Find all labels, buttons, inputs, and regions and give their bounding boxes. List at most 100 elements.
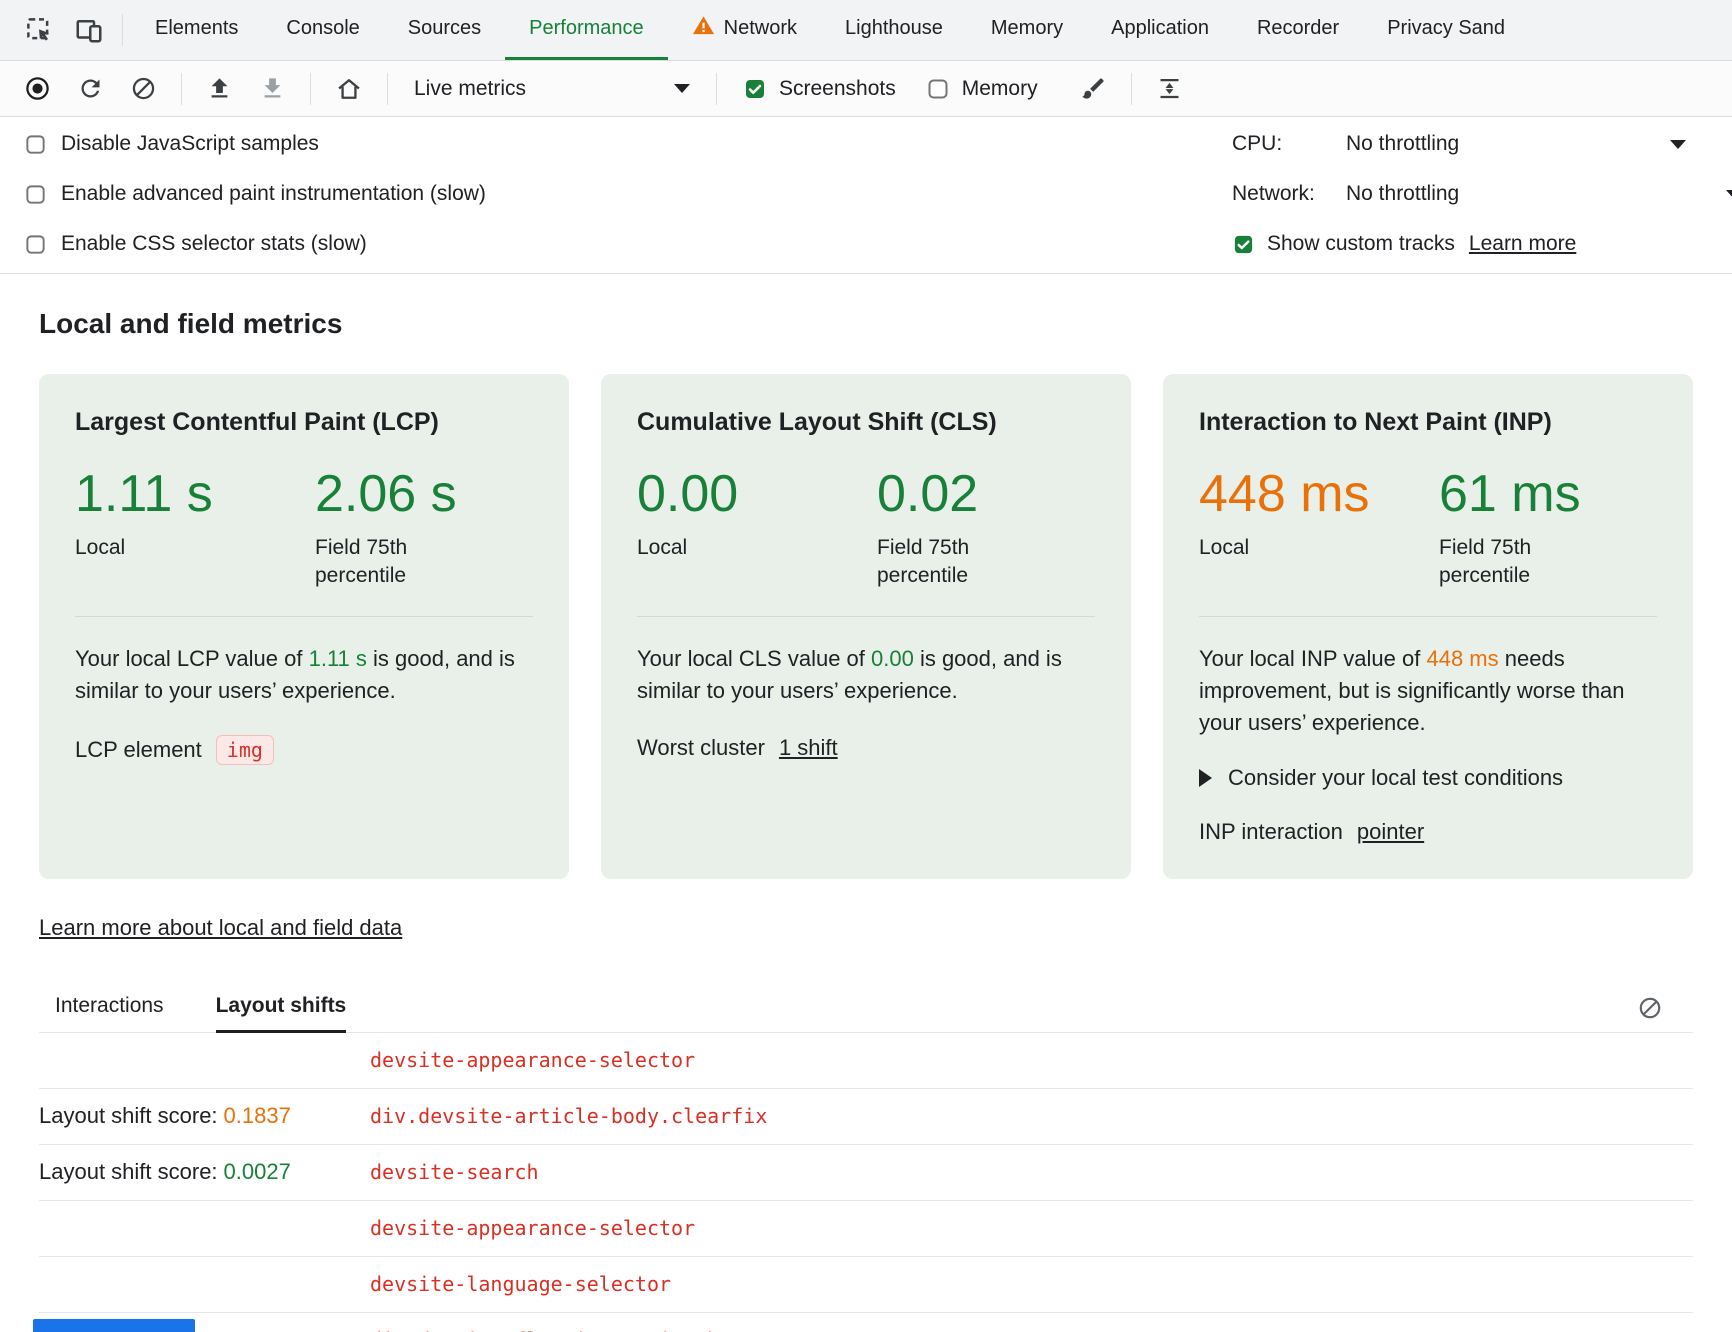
description-text: Your local CLS value of [637, 646, 871, 671]
reload-and-record-button[interactable] [67, 75, 114, 102]
live-metrics-dropdown-label: Live metrics [414, 77, 526, 101]
score-label: Layout shift score: [39, 1159, 218, 1184]
metric-cards: Largest Contentful Paint (LCP) 1.11 s Lo… [39, 374, 1693, 879]
clear-button[interactable] [120, 75, 167, 102]
tab-label: Application [1111, 17, 1209, 40]
live-metrics-dropdown[interactable]: Live metrics [402, 77, 702, 101]
download-icon [259, 75, 286, 102]
tab-recorder[interactable]: Recorder [1233, 0, 1363, 60]
show-custom-tracks-checkbox[interactable]: Show custom tracks [1232, 232, 1455, 256]
description-value: 448 ms [1426, 646, 1498, 671]
inp-interaction-row: INP interaction pointer [1199, 819, 1657, 845]
save-profile-button[interactable] [249, 75, 296, 102]
metric-card-cls: Cumulative Layout Shift (CLS) 0.00 Local… [601, 374, 1131, 879]
tab-interactions[interactable]: Interactions [55, 994, 164, 1033]
live-metrics-home-button[interactable] [325, 75, 373, 103]
tab-label: Elements [155, 17, 238, 40]
show-custom-tracks-row: Show custom tracks Learn more [1232, 219, 1732, 269]
tab-label: Console [286, 17, 359, 40]
tab-layout-shifts[interactable]: Layout shifts [216, 994, 347, 1033]
tab-sources[interactable]: Sources [384, 0, 505, 60]
inspect-element-button[interactable] [14, 0, 64, 60]
score-cell: Layout shift score:0.1837 [39, 1103, 370, 1129]
garbage-collect-button[interactable] [1070, 75, 1117, 102]
local-value-label: Local [1199, 534, 1349, 562]
metric-values: 0.00 Local 0.02 Field 75th percentile [637, 467, 1095, 617]
capture-settings-checkboxes: Disable JavaScript samples Enable advanc… [0, 119, 1232, 269]
performance-toolbar: Live metrics Screenshots Memory [0, 61, 1732, 117]
cpu-throttling-select[interactable]: CPU: No throttling [1232, 119, 1732, 169]
load-profile-button[interactable] [196, 75, 243, 102]
local-value-label: Local [637, 534, 787, 562]
score-value: 0.0027 [224, 1159, 291, 1184]
tab-privacy-sandbox[interactable]: Privacy Sand [1363, 0, 1529, 60]
tab-elements[interactable]: Elements [131, 0, 262, 60]
metric-description: Your local CLS value of 0.00 is good, an… [637, 643, 1095, 707]
css-selector-stats-checkbox[interactable]: Enable CSS selector stats (slow) [24, 219, 1232, 269]
learn-more-link[interactable]: Learn more [1469, 232, 1576, 256]
tab-performance[interactable]: Performance [505, 0, 668, 60]
tab-label: Memory [991, 17, 1063, 40]
field-value: 61 ms [1439, 467, 1589, 522]
metric-description: Your local INP value of 448 ms needs imp… [1199, 643, 1657, 739]
tab-network[interactable]: Network [668, 0, 821, 60]
learn-more-field-data-link[interactable]: Learn more about local and field data [39, 915, 402, 941]
collapse-panel-button[interactable] [1146, 75, 1193, 102]
element-node-link[interactable]: devsite-appearance-selector [370, 1216, 695, 1240]
tab-console[interactable]: Console [262, 0, 383, 60]
metric-values: 448 ms Local 61 ms Field 75th percentile [1199, 467, 1657, 617]
checkbox-unchecked-icon [24, 183, 47, 206]
cpu-value: No throttling [1346, 132, 1459, 156]
element-cell: div.devsite-article-body.clearfix [370, 1104, 767, 1128]
toolbar-divider [716, 73, 717, 105]
worst-cluster-link[interactable]: 1 shift [779, 735, 838, 761]
card-title: Cumulative Layout Shift (CLS) [637, 408, 1095, 437]
score-cell: Layout shift score:0.0027 [39, 1159, 370, 1185]
disable-js-samples-checkbox[interactable]: Disable JavaScript samples [24, 119, 1232, 169]
tab-lighthouse[interactable]: Lighthouse [821, 0, 967, 60]
lcp-element-node-link[interactable]: img [216, 735, 274, 765]
layout-shift-row: Layout shift score:0.1837 div.devsite-ar… [39, 1089, 1693, 1145]
log-tabs: Interactions Layout shifts [39, 987, 1693, 1033]
field-value-block: 0.02 Field 75th percentile [877, 467, 1027, 590]
field-value-label: Field 75th percentile [877, 534, 1027, 591]
toolbar-divider [181, 73, 182, 105]
toolbar-divider [310, 73, 311, 105]
local-value-block: 448 ms Local [1199, 467, 1439, 590]
throttling-settings: CPU: No throttling Network: No throttlin… [1232, 119, 1732, 269]
toolbar-divider [122, 14, 123, 46]
inp-interaction-link[interactable]: pointer [1357, 819, 1424, 845]
devtools-window: Elements Console Sources Performance Net… [0, 0, 1732, 1332]
worst-cluster-row: Worst cluster 1 shift [637, 735, 1095, 761]
chevron-down-icon [1726, 190, 1732, 199]
checkbox-checked-icon [743, 77, 767, 101]
element-node-link[interactable]: div.devsite-article-body.clearfix [370, 1104, 767, 1128]
memory-checkbox[interactable]: Memory [914, 77, 1050, 101]
layout-shift-row: devsite-appearance-selector [39, 1033, 1693, 1089]
element-node-link[interactable]: div.devsite-floating-action-buttons [370, 1328, 791, 1332]
css-selector-stats-label: Enable CSS selector stats (slow) [61, 232, 367, 256]
local-value: 0.00 [637, 467, 877, 522]
element-cell: devsite-appearance-selector [370, 1048, 695, 1072]
element-node-link[interactable]: devsite-language-selector [370, 1272, 671, 1296]
capture-settings: Disable JavaScript samples Enable advanc… [0, 117, 1732, 274]
live-metrics-view: Local and field metrics Largest Contentf… [0, 308, 1732, 1332]
device-toolbar-button[interactable] [64, 0, 114, 60]
advanced-paint-checkbox[interactable]: Enable advanced paint instrumentation (s… [24, 169, 1232, 219]
local-test-conditions-disclosure[interactable]: Consider your local test conditions [1199, 765, 1657, 791]
checkbox-checked-icon [1232, 233, 1255, 256]
toolbar-divider [387, 73, 388, 105]
worst-cluster-label: Worst cluster [637, 735, 765, 761]
screenshots-checkbox[interactable]: Screenshots [731, 77, 908, 101]
device-toolbar-icon [74, 15, 104, 45]
tab-label: Sources [408, 17, 481, 40]
network-throttling-select[interactable]: Network: No throttling [1232, 169, 1732, 219]
local-value: 448 ms [1199, 467, 1439, 522]
element-node-link[interactable]: devsite-search [370, 1160, 539, 1184]
record-button[interactable] [14, 75, 61, 102]
clear-log-button[interactable] [1633, 991, 1667, 1028]
tab-application[interactable]: Application [1087, 0, 1233, 60]
element-node-link[interactable]: devsite-appearance-selector [370, 1048, 695, 1072]
tab-memory[interactable]: Memory [967, 0, 1087, 60]
show-custom-tracks-label: Show custom tracks [1267, 232, 1455, 256]
